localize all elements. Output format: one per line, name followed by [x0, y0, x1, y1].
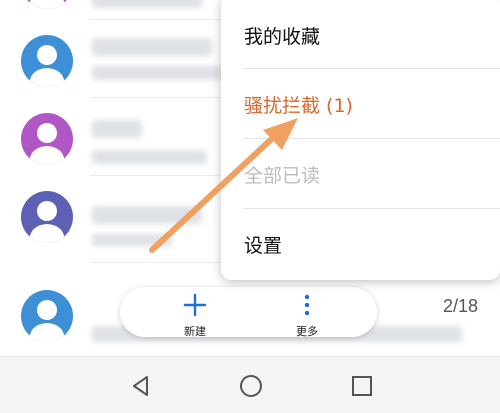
- home-icon[interactable]: [236, 371, 266, 401]
- annotation-arrow-icon: [149, 118, 298, 253]
- system-nav-bar: [0, 356, 500, 413]
- messaging-screen: 2/18 新建 更多 我的收藏 骚扰拦截 (1) 全部已读 设置: [0, 0, 500, 413]
- back-icon[interactable]: [126, 371, 156, 401]
- recents-icon[interactable]: [347, 371, 377, 401]
